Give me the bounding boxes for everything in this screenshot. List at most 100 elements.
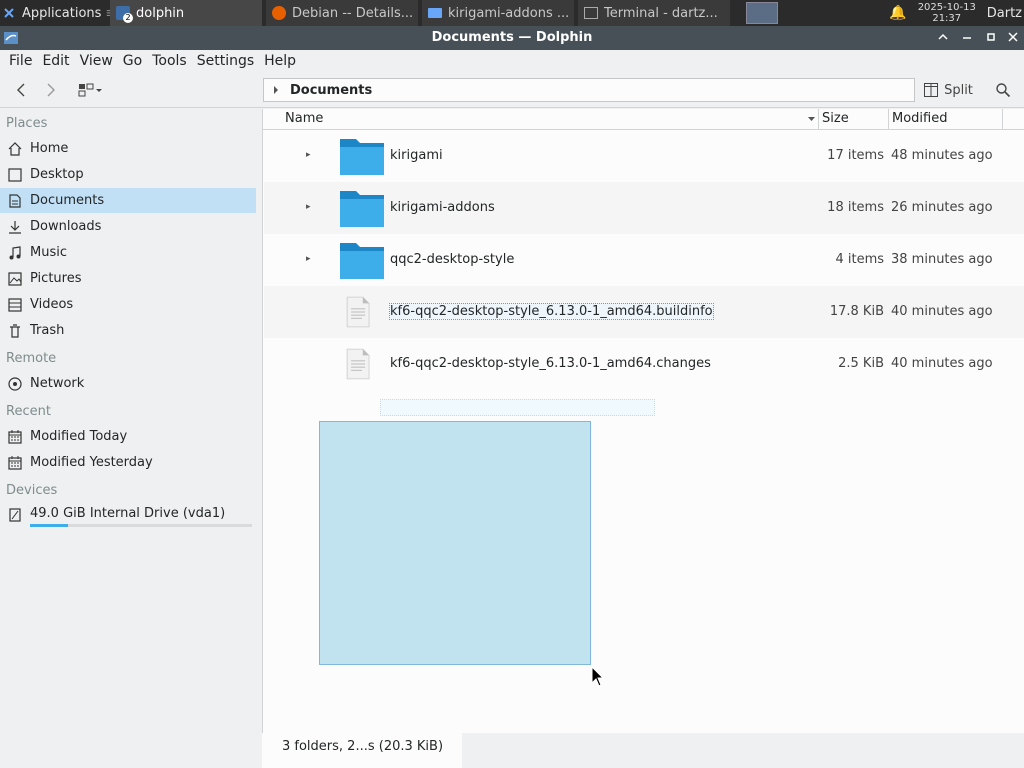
task-label: kirigami-addons ... [448, 5, 570, 21]
breadcrumb[interactable]: Documents [263, 78, 915, 102]
sidebar-item-home[interactable]: Home [0, 136, 256, 161]
network-icon [6, 375, 24, 393]
keep-above-button[interactable] [934, 29, 952, 47]
window-titlebar[interactable]: Documents — Dolphin [0, 26, 1024, 50]
split-label: Split [944, 82, 973, 98]
task-firefox[interactable]: Debian -- Details... [266, 0, 418, 26]
column-name[interactable]: Name [285, 111, 323, 126]
desktop-icon [6, 166, 24, 184]
section-places: Places [6, 116, 48, 131]
breadcrumb-current[interactable]: Documents [290, 83, 372, 98]
sidebar-item-pictures[interactable]: Pictures [0, 266, 256, 291]
view-mode-icon [78, 83, 94, 97]
clock[interactable]: 2025-10-13 21:37 [913, 0, 981, 26]
column-modified[interactable]: Modified [892, 111, 947, 126]
rubber-band-selection [319, 421, 591, 665]
places-panel: Places Home Desktop Documents Downloads … [0, 109, 262, 768]
sidebar-item-label: Home [30, 141, 69, 156]
sidebar-item-desktop[interactable]: Desktop [0, 162, 256, 187]
dolphin-icon: 2 [116, 6, 133, 23]
sidebar-item-downloads[interactable]: Downloads [0, 214, 256, 239]
table-row[interactable]: kf6-qqc2-desktop-style_6.13.0-1_amd64.bu… [264, 286, 1024, 338]
videos-icon [6, 296, 24, 314]
forward-button[interactable] [38, 78, 64, 102]
task-terminal[interactable]: Terminal - dartz... [578, 0, 730, 26]
file-modified: 40 minutes ago [891, 304, 993, 319]
back-arrow-icon [17, 83, 25, 97]
documents-icon [6, 192, 24, 210]
file-name: kirigami-addons [390, 200, 495, 215]
expand-arrow-icon[interactable]: ▸ [306, 202, 311, 212]
sidebar-item-network[interactable]: Network [0, 371, 256, 396]
task-dolphin[interactable]: 2 dolphin [110, 0, 262, 26]
file-size: 17 items [827, 148, 884, 163]
search-button[interactable] [990, 78, 1016, 102]
status-bar: 3 folders, 2...s (20.3 KiB) [262, 733, 1024, 768]
toolbar: Documents Split [0, 72, 1024, 108]
table-row[interactable]: ▸ kirigami-addons 18 items 26 minutes ag… [264, 182, 1024, 234]
file-modified: 38 minutes ago [891, 252, 993, 267]
applications-label: Applications [22, 5, 102, 21]
expand-arrow-icon[interactable]: ▸ [306, 150, 311, 160]
pictures-icon [6, 270, 24, 288]
maximize-button[interactable] [982, 29, 1000, 47]
sidebar-item-modified-yesterday[interactable]: Modified Yesterday [0, 450, 256, 475]
show-desktop-button[interactable] [740, 0, 784, 26]
view-mode-button[interactable] [70, 78, 110, 102]
sidebar-item-label: Trash [30, 323, 65, 338]
applications-menu[interactable]: Applications ≡ [0, 0, 110, 26]
file-name: kirigami [390, 148, 443, 163]
folder-icon [340, 139, 384, 175]
notifications-button[interactable]: 🔔 [883, 0, 912, 26]
status-text: 3 folders, 2...s (20.3 KiB) [262, 733, 462, 768]
text-file-icon [346, 348, 370, 380]
table-row[interactable]: kf6-qqc2-desktop-style_6.13.0-1_amd64.ch… [264, 338, 1024, 390]
menu-edit[interactable]: Edit [37, 53, 74, 69]
file-name: kf6-qqc2-desktop-style_6.13.0-1_amd64.bu… [389, 303, 714, 320]
file-size: 17.8 KiB [829, 304, 884, 319]
sidebar-item-label: Modified Yesterday [30, 455, 153, 470]
sidebar-item-internal-drive[interactable]: 49.0 GiB Internal Drive (vda1) [0, 502, 256, 530]
music-icon [6, 244, 24, 262]
drive-usage-bar [30, 524, 252, 527]
menu-settings[interactable]: Settings [192, 53, 259, 69]
menu-file[interactable]: File [4, 53, 37, 69]
debian-swirl-icon [4, 8, 14, 18]
window-switch-icon [746, 2, 778, 24]
user-menu[interactable]: Dartz [981, 0, 1024, 26]
section-recent: Recent [6, 404, 51, 419]
dropdown-arrow-icon [96, 89, 102, 92]
file-modified: 40 minutes ago [891, 356, 993, 371]
menu-view[interactable]: View [75, 53, 118, 69]
drive-usage-fill [30, 524, 68, 527]
table-row[interactable]: ▸ qqc2-desktop-style 4 items 38 minutes … [264, 234, 1024, 286]
sidebar-item-trash[interactable]: Trash [0, 318, 256, 343]
expand-arrow-icon[interactable]: ▸ [306, 254, 311, 264]
split-button[interactable]: Split [918, 78, 978, 102]
sidebar-item-music[interactable]: Music [0, 240, 256, 265]
search-icon [996, 83, 1011, 98]
menu-go[interactable]: Go [118, 53, 147, 69]
menu-help[interactable]: Help [259, 53, 301, 69]
file-name: qqc2-desktop-style [390, 252, 515, 267]
minimize-button[interactable] [958, 29, 976, 47]
sidebar-item-modified-today[interactable]: Modified Today [0, 424, 256, 449]
clock-time: 21:37 [932, 13, 962, 24]
mouse-cursor-icon [591, 666, 605, 687]
sidebar-item-videos[interactable]: Videos [0, 292, 256, 317]
close-icon [1008, 32, 1018, 42]
sidebar-item-documents[interactable]: Documents [0, 188, 256, 213]
table-row[interactable]: ▸ kirigami 17 items 48 minutes ago [264, 130, 1024, 182]
file-modified: 48 minutes ago [891, 148, 993, 163]
forward-arrow-icon [47, 83, 55, 97]
downloads-icon [6, 218, 24, 236]
section-devices: Devices [6, 483, 58, 498]
menu-tools[interactable]: Tools [147, 53, 192, 69]
back-button[interactable] [8, 78, 34, 102]
column-size[interactable]: Size [822, 111, 849, 126]
text-file-icon [346, 296, 370, 328]
task-kirigami-addons[interactable]: kirigami-addons ... [422, 0, 574, 26]
close-button[interactable] [1004, 29, 1022, 47]
column-separator [1002, 109, 1003, 130]
firefox-icon [272, 6, 286, 20]
